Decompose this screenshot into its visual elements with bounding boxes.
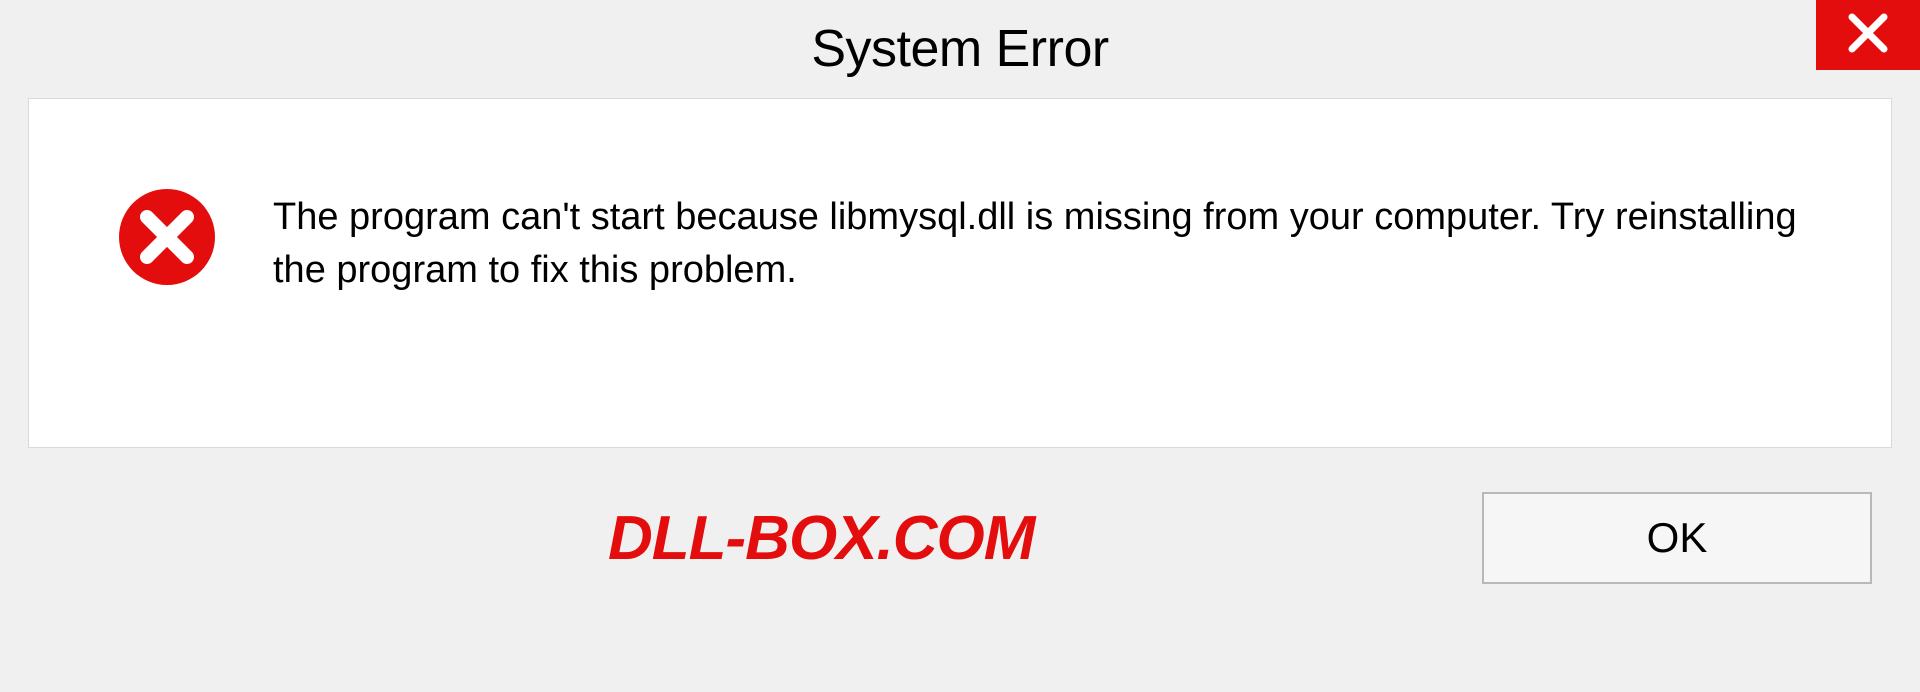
close-button[interactable] [1816,0,1920,70]
close-icon [1846,11,1890,60]
dialog-title: System Error [811,19,1108,79]
ok-button[interactable]: OK [1482,492,1872,584]
watermark-text: DLL-BOX.COM [608,503,1034,574]
error-message: The program can't start because libmysql… [273,187,1831,297]
message-panel: The program can't start because libmysql… [28,98,1892,448]
error-icon [117,187,217,287]
button-bar: DLL-BOX.COM OK [28,448,1892,628]
title-bar: System Error [0,0,1920,98]
